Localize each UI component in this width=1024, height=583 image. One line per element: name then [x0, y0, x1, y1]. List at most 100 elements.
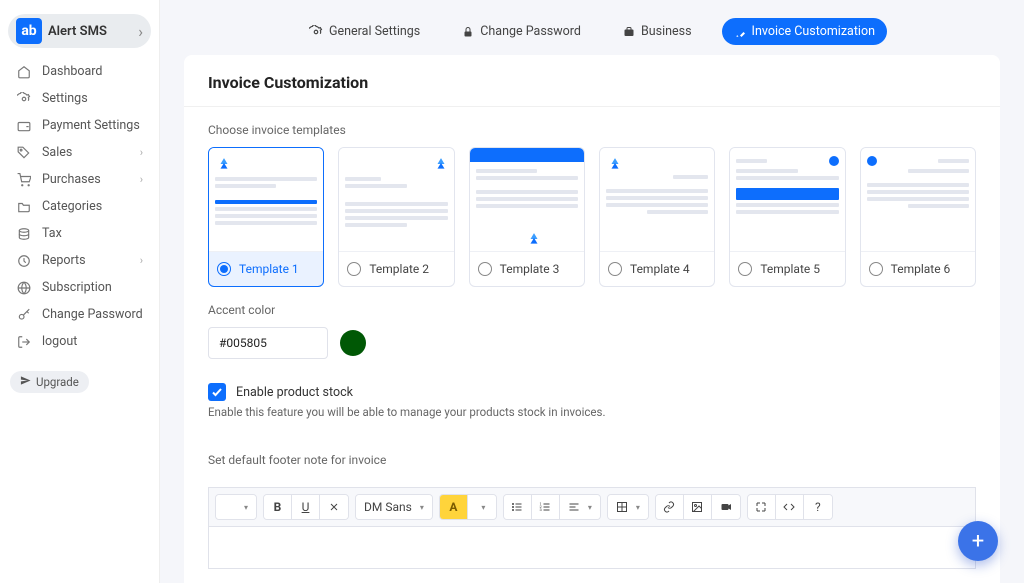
gear-icon	[309, 25, 323, 39]
sidebar-nav: Dashboard Settings Payment Settings Sale…	[0, 58, 159, 355]
template-card-3[interactable]: Template 3	[469, 147, 585, 287]
font-color-button[interactable]: A	[440, 495, 468, 519]
globe-icon	[16, 281, 32, 295]
enable-stock-help: Enable this feature you will be able to …	[184, 405, 1000, 419]
svg-text:3: 3	[540, 507, 542, 512]
logout-icon	[16, 335, 32, 349]
wallet-icon	[16, 119, 32, 133]
template-radio[interactable]	[738, 262, 752, 276]
accent-color-input[interactable]	[208, 327, 328, 359]
sidebar-item-label: Purchases	[42, 172, 101, 187]
image-button[interactable]	[684, 495, 712, 519]
sidebar-item-label: logout	[42, 334, 77, 349]
font-color-caret[interactable]: ▾	[468, 495, 496, 519]
sidebar-item-label: Change Password	[42, 307, 143, 322]
editor-textarea[interactable]	[208, 527, 976, 569]
template-thumbnail	[600, 148, 714, 252]
template-thumbnail	[470, 148, 584, 252]
unordered-list-button[interactable]	[504, 495, 532, 519]
gear-icon	[16, 92, 32, 106]
template-card-1[interactable]: Template 1	[208, 147, 324, 287]
sidebar-item-payment-settings[interactable]: Payment Settings	[6, 112, 153, 139]
coins-icon	[16, 227, 32, 241]
templates-label: Choose invoice templates	[184, 107, 1000, 147]
template-radio[interactable]	[478, 262, 492, 276]
template-thumbnail	[209, 148, 323, 252]
template-label: Template 4	[630, 262, 690, 276]
tab-general-settings[interactable]: General Settings	[297, 18, 432, 45]
upgrade-button[interactable]: Upgrade	[10, 371, 89, 393]
template-label: Template 3	[500, 262, 560, 276]
sidebar-item-reports[interactable]: Reports ›	[6, 247, 153, 274]
chevron-right-icon: ›	[140, 146, 143, 159]
template-radio[interactable]	[347, 262, 361, 276]
sidebar-item-label: Dashboard	[42, 64, 102, 79]
fullscreen-button[interactable]	[748, 495, 776, 519]
accent-label: Accent color	[184, 287, 1000, 327]
history-icon	[16, 254, 32, 268]
template-card-5[interactable]: Template 5	[729, 147, 845, 287]
template-list: Template 1 Template 2 Template 3 Templat…	[184, 147, 1000, 287]
template-radio[interactable]	[217, 262, 231, 276]
briefcase-icon	[623, 26, 635, 38]
tab-business[interactable]: Business	[611, 18, 704, 45]
table-dropdown[interactable]: ▾	[608, 495, 648, 519]
code-view-button[interactable]	[776, 495, 804, 519]
template-card-6[interactable]: Template 6	[860, 147, 976, 287]
sidebar-item-label: Tax	[42, 226, 62, 241]
font-family-label: DM Sans	[364, 500, 412, 514]
sidebar-item-dashboard[interactable]: Dashboard	[6, 58, 153, 85]
video-button[interactable]	[712, 495, 740, 519]
brand-switcher[interactable]: ab Alert SMS ›	[8, 14, 151, 48]
font-family-dropdown[interactable]: DM Sans ▾	[356, 495, 432, 519]
settings-tabs: General Settings Change Password Busines…	[160, 0, 1024, 55]
template-radio[interactable]	[869, 262, 883, 276]
enable-stock-checkbox[interactable]	[208, 383, 226, 401]
folder-icon	[16, 200, 32, 214]
template-radio[interactable]	[608, 262, 622, 276]
tab-label: General Settings	[329, 24, 420, 39]
link-button[interactable]	[656, 495, 684, 519]
sidebar-item-settings[interactable]: Settings	[6, 85, 153, 112]
sidebar-item-label: Payment Settings	[42, 118, 140, 133]
bold-button[interactable]: B	[264, 495, 292, 519]
home-icon	[16, 65, 32, 79]
tab-change-password[interactable]: Change Password	[450, 18, 593, 45]
footer-note-label: Set default footer note for invoice	[184, 419, 1000, 477]
lock-icon	[462, 26, 474, 38]
template-card-4[interactable]: Template 4	[599, 147, 715, 287]
template-label: Template 1	[239, 262, 299, 276]
sidebar-item-sales[interactable]: Sales ›	[6, 139, 153, 166]
key-icon	[16, 308, 32, 322]
sidebar-item-tax[interactable]: Tax	[6, 220, 153, 247]
sidebar-item-label: Settings	[42, 91, 88, 106]
editor-help-button[interactable]: ?	[804, 495, 832, 519]
clear-format-button[interactable]	[320, 495, 348, 519]
tab-label: Business	[641, 24, 692, 39]
sidebar-item-categories[interactable]: Categories	[6, 193, 153, 220]
page-title: Invoice Customization	[184, 73, 1000, 107]
underline-button[interactable]: U	[292, 495, 320, 519]
ordered-list-button[interactable]: 123	[532, 495, 560, 519]
brand-name: Alert SMS	[48, 24, 132, 39]
sidebar-item-logout[interactable]: logout	[6, 328, 153, 355]
template-label: Template 6	[891, 262, 951, 276]
fab-add-button[interactable]: +	[958, 521, 998, 561]
sidebar: ab Alert SMS › Dashboard Settings Paymen…	[0, 0, 160, 583]
main-content: General Settings Change Password Busines…	[160, 0, 1024, 583]
cart-icon	[16, 173, 32, 187]
sidebar-item-subscription[interactable]: Subscription	[6, 274, 153, 301]
template-label: Template 2	[369, 262, 429, 276]
style-dropdown[interactable]: ▾	[216, 495, 256, 519]
chevron-right-icon: ›	[140, 173, 143, 186]
tab-label: Invoice Customization	[752, 24, 875, 39]
paragraph-align-dropdown[interactable]: ▾	[560, 495, 600, 519]
chevron-right-icon: ›	[138, 22, 143, 41]
accent-color-swatch[interactable]	[340, 330, 366, 356]
brand-logo-icon: ab	[16, 18, 42, 44]
upgrade-label: Upgrade	[36, 375, 79, 389]
sidebar-item-purchases[interactable]: Purchases ›	[6, 166, 153, 193]
sidebar-item-change-password[interactable]: Change Password	[6, 301, 153, 328]
template-card-2[interactable]: Template 2	[338, 147, 454, 287]
tab-invoice-customization[interactable]: Invoice Customization	[722, 18, 887, 45]
